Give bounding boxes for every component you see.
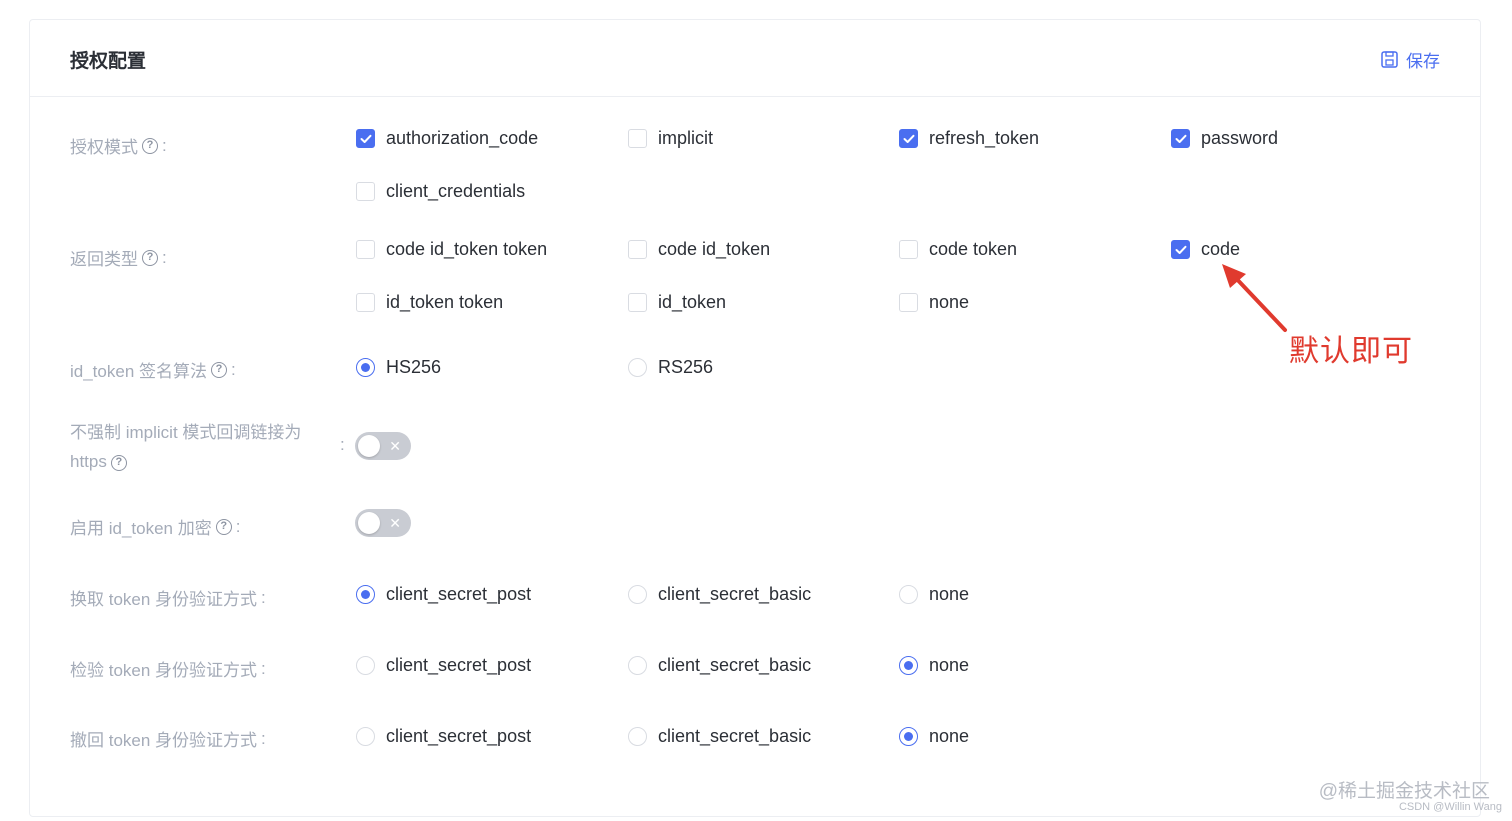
grant-type-option[interactable]: implicit [628, 128, 713, 149]
watermark-juejin: @稀土掘金技术社区 [1318, 781, 1490, 802]
checkbox[interactable] [899, 129, 918, 148]
response-types-label: 返回类型 ?: [70, 247, 167, 270]
grant-type-option[interactable]: password [1171, 128, 1278, 149]
response-type-option[interactable]: code id_token [628, 239, 770, 260]
id-token-alg-label: id_token 签名算法 ?: [70, 359, 236, 382]
checkbox[interactable] [628, 240, 647, 259]
response-type-option[interactable]: id_token token [356, 292, 503, 313]
radio[interactable] [628, 727, 647, 746]
help-icon[interactable]: ? [142, 137, 158, 154]
radio[interactable] [356, 585, 375, 604]
radio[interactable] [899, 585, 918, 604]
close-icon: ✕ [389, 438, 401, 454]
implicit-https-switch[interactable]: ✕ [355, 432, 411, 460]
response-type-option[interactable]: code token [899, 239, 1017, 260]
response-type-option[interactable]: code [1171, 239, 1240, 260]
checkbox[interactable] [356, 240, 375, 259]
introspection-auth-option[interactable]: client_secret_basic [628, 655, 811, 676]
checkbox[interactable] [628, 293, 647, 312]
id-token-encrypt-switch[interactable]: ✕ [355, 509, 411, 537]
id-token-alg-option[interactable]: HS256 [356, 357, 441, 378]
radio[interactable] [628, 358, 647, 377]
grant-types-label: 授权模式 ?: [70, 135, 167, 158]
introspection-auth-option[interactable]: client_secret_post [356, 655, 531, 676]
revocation-auth-option[interactable]: client_secret_post [356, 726, 531, 747]
annotation-text: 默认即可 [1289, 335, 1413, 368]
grant-type-option[interactable]: client_credentials [356, 181, 525, 202]
radio[interactable] [899, 656, 918, 675]
revocation-auth-option[interactable]: none [899, 726, 969, 747]
checkbox[interactable] [899, 293, 918, 312]
grant-type-option[interactable]: authorization_code [356, 128, 538, 149]
introspection-auth-label: 检验 token 身份验证方式: [70, 658, 266, 681]
switch-knob [358, 512, 380, 534]
radio[interactable] [628, 656, 647, 675]
checkbox[interactable] [899, 240, 918, 259]
checkbox[interactable] [356, 129, 375, 148]
checkbox[interactable] [1171, 240, 1190, 259]
radio[interactable] [356, 358, 375, 377]
save-button[interactable]: 保存 [1381, 47, 1440, 72]
help-icon[interactable]: ? [142, 249, 158, 266]
revocation-auth-option[interactable]: client_secret_basic [628, 726, 811, 747]
implicit-https-label: 不强制 implicit 模式回调链接为 https? [70, 423, 302, 471]
close-icon: ✕ [389, 515, 401, 531]
annotation-arrow [1222, 264, 1287, 332]
token-auth-option[interactable]: client_secret_post [356, 584, 531, 605]
id-token-encrypt-label: 启用 id_token 加密 ?: [70, 516, 241, 539]
save-icon [1381, 51, 1398, 68]
radio[interactable] [356, 727, 375, 746]
token-auth-option[interactable]: none [899, 584, 969, 605]
grant-type-option[interactable]: refresh_token [899, 128, 1039, 149]
help-icon[interactable]: ? [110, 454, 127, 471]
card-header: 授权配置 保存 [30, 20, 1480, 97]
radio[interactable] [899, 727, 918, 746]
token-auth-option[interactable]: client_secret_basic [628, 584, 811, 605]
checkbox[interactable] [356, 293, 375, 312]
help-icon[interactable]: ? [215, 518, 232, 535]
checkbox[interactable] [1171, 129, 1190, 148]
help-icon[interactable]: ? [211, 361, 227, 378]
checkbox[interactable] [356, 182, 375, 201]
token-auth-label: 换取 token 身份验证方式: [70, 587, 266, 610]
watermark-csdn: CSDN @Willin Wang [1398, 801, 1502, 813]
revocation-auth-label: 撤回 token 身份验证方式: [70, 728, 266, 751]
response-type-option[interactable]: none [899, 292, 969, 313]
radio[interactable] [356, 656, 375, 675]
response-type-option[interactable]: id_token [628, 292, 726, 313]
id-token-alg-option[interactable]: RS256 [628, 357, 713, 378]
save-label: 保存 [1406, 52, 1440, 71]
introspection-auth-option[interactable]: none [899, 655, 969, 676]
checkbox[interactable] [628, 129, 647, 148]
switch-knob [358, 435, 380, 457]
response-type-option[interactable]: code id_token token [356, 239, 547, 260]
radio[interactable] [628, 585, 647, 604]
card-title: 授权配置 [70, 51, 147, 72]
